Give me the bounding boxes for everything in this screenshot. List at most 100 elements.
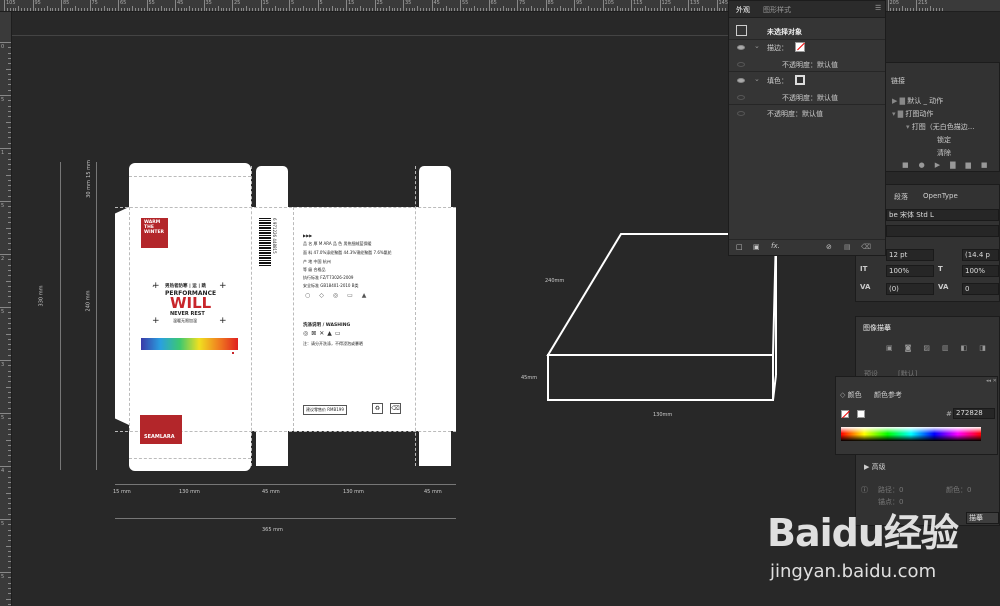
ruler-tick <box>8 322 11 324</box>
chevron-down-icon[interactable]: ⌄ <box>754 42 760 50</box>
new-fill-icon[interactable]: ▣ <box>753 243 760 251</box>
ruler-tick <box>306 8 308 11</box>
ruler-tick <box>451 8 453 11</box>
fx-button[interactable]: fx. <box>771 242 780 250</box>
visibility-eye-icon[interactable] <box>737 111 745 116</box>
clear-appearance-icon[interactable]: ⊘ <box>826 243 832 251</box>
ruler-tick <box>263 8 265 11</box>
ruler-tick <box>203 0 205 11</box>
tab-graphic-styles[interactable]: 图形样式 <box>763 5 791 15</box>
visibility-eye-icon[interactable] <box>737 95 745 100</box>
leading-field[interactable]: (14.4 p <box>962 249 999 261</box>
ruler-tick <box>517 0 518 11</box>
appearance-panel[interactable]: 外观 图形样式 ☰ 未选择对象 ⌄ 描边： 不透明度：默认值 ⌄ 填色： 不透明… <box>728 0 886 256</box>
ruler-tick <box>707 8 709 11</box>
ruler-tick <box>8 89 11 91</box>
advanced-toggle[interactable]: ▶ 高级 <box>864 462 886 472</box>
ruler-tick <box>177 8 179 11</box>
stroke-opacity[interactable]: 不透明度：默认值 <box>782 60 838 70</box>
ruler-tick <box>0 307 11 308</box>
vertical-scale-field[interactable]: 100% <box>886 265 934 277</box>
ruler-tick <box>257 8 259 11</box>
action-label: 打图动作 <box>905 110 934 118</box>
ruler-tick <box>328 8 330 11</box>
ruler-tick <box>930 6 932 11</box>
ruler-tick <box>6 174 11 176</box>
visibility-eye-icon[interactable] <box>737 45 745 50</box>
fill-swatch[interactable] <box>795 75 805 85</box>
panel-menu-icon[interactable]: ☰ <box>875 4 881 12</box>
tab-links[interactable]: 链接 <box>891 76 905 86</box>
horizontal-scale-field[interactable]: 100% <box>962 265 999 277</box>
ruler-tick <box>8 344 11 346</box>
action-controls[interactable]: ■●▶▇▆■ <box>902 161 998 169</box>
tab-appearance[interactable]: 外观 <box>736 5 750 15</box>
ruler-tick <box>676 8 678 11</box>
color-panel[interactable]: ◂◂ ✕ ◇ 颜色 颜色参考 # 272828 <box>835 376 998 455</box>
ruler-tick <box>8 206 11 208</box>
fold-line <box>293 207 294 431</box>
ruler-tick <box>291 8 293 11</box>
guide-line <box>12 35 742 36</box>
visibility-eye-icon[interactable] <box>737 62 745 67</box>
ruler-tick <box>249 8 251 11</box>
chevron-down-icon[interactable]: ⌄ <box>754 75 760 83</box>
stroke-swatch[interactable] <box>795 42 805 52</box>
ruler-tick <box>642 8 644 11</box>
duplicate-icon[interactable]: ▤ <box>844 243 851 251</box>
trash-icon[interactable]: ⌫ <box>861 243 871 251</box>
tracking-field[interactable]: 0 <box>962 283 999 295</box>
ruler-tick <box>656 8 658 11</box>
ruler-tick <box>471 8 473 11</box>
tab-color-guide[interactable]: 颜色参考 <box>874 390 902 400</box>
tab-image-trace[interactable]: 图像描摹 <box>863 323 891 333</box>
ruler-tick <box>317 0 319 11</box>
ruler-tick <box>420 8 422 11</box>
ruler-tick <box>502 6 504 11</box>
ruler-tick <box>6 545 11 547</box>
action-item[interactable]: ▾ ▇ 打图动作 <box>892 109 933 119</box>
font-size-field[interactable]: 12 pt <box>886 249 934 261</box>
tab-opentype[interactable]: OpenType <box>923 192 958 200</box>
ruler-tick <box>8 381 11 383</box>
ruler-tick <box>223 8 225 11</box>
action-item[interactable]: ▶ ▇ 默认 _ 动作 <box>892 96 943 106</box>
collapse-icon[interactable]: ◂◂ ✕ <box>986 378 997 384</box>
trace-button[interactable]: 描摹 <box>966 512 999 524</box>
ruler-tick <box>8 73 11 75</box>
kerning-field[interactable]: (0) <box>886 283 934 295</box>
ruler-tick <box>454 8 456 11</box>
tab-color[interactable]: ◇ 颜色 <box>840 390 862 400</box>
font-family-field[interactable]: be 宋体 Std L <box>886 209 999 221</box>
ruler-tick <box>574 0 575 11</box>
ruler-tick <box>8 317 11 319</box>
hex-field[interactable]: 272828 <box>953 408 995 419</box>
tab-paragraph[interactable]: 段落 <box>894 192 908 202</box>
ruler-number: 65 <box>120 0 127 6</box>
action-item[interactable]: 清除 <box>937 148 951 158</box>
ruler-number: 105 <box>604 0 615 6</box>
ruler-tick <box>8 222 11 224</box>
ruler-number: 75 <box>91 0 98 6</box>
ruler-tick <box>588 6 590 11</box>
ruler-tick <box>8 291 11 293</box>
vertical-ruler[interactable]: 0 5 1 5 2 5 3 5 4 5 5 <box>0 12 12 606</box>
white-swatch[interactable] <box>857 410 865 418</box>
action-item[interactable]: ▾ 打图（无白色描边... <box>906 122 974 132</box>
fill-opacity[interactable]: 不透明度：默认值 <box>782 93 838 103</box>
ruler-tick <box>38 8 40 11</box>
none-swatch[interactable] <box>841 410 850 419</box>
ruler-tick <box>904 8 906 11</box>
no-selection-label: 未选择对象 <box>767 28 802 36</box>
ruler-tick <box>152 8 154 11</box>
ruler-tick <box>294 8 296 11</box>
ruler-tick <box>8 471 11 473</box>
color-spectrum[interactable] <box>841 427 981 441</box>
ruler-tick <box>8 455 11 457</box>
trace-preset-icons[interactable]: ▣◙▨▥◧◨ <box>886 344 998 352</box>
visibility-eye-icon[interactable] <box>737 78 745 83</box>
object-opacity[interactable]: 不透明度：默认值 <box>767 109 823 119</box>
font-style-field[interactable] <box>886 225 999 237</box>
action-item[interactable]: 锁定 <box>937 135 951 145</box>
new-layer-icon[interactable]: □ <box>736 243 743 251</box>
